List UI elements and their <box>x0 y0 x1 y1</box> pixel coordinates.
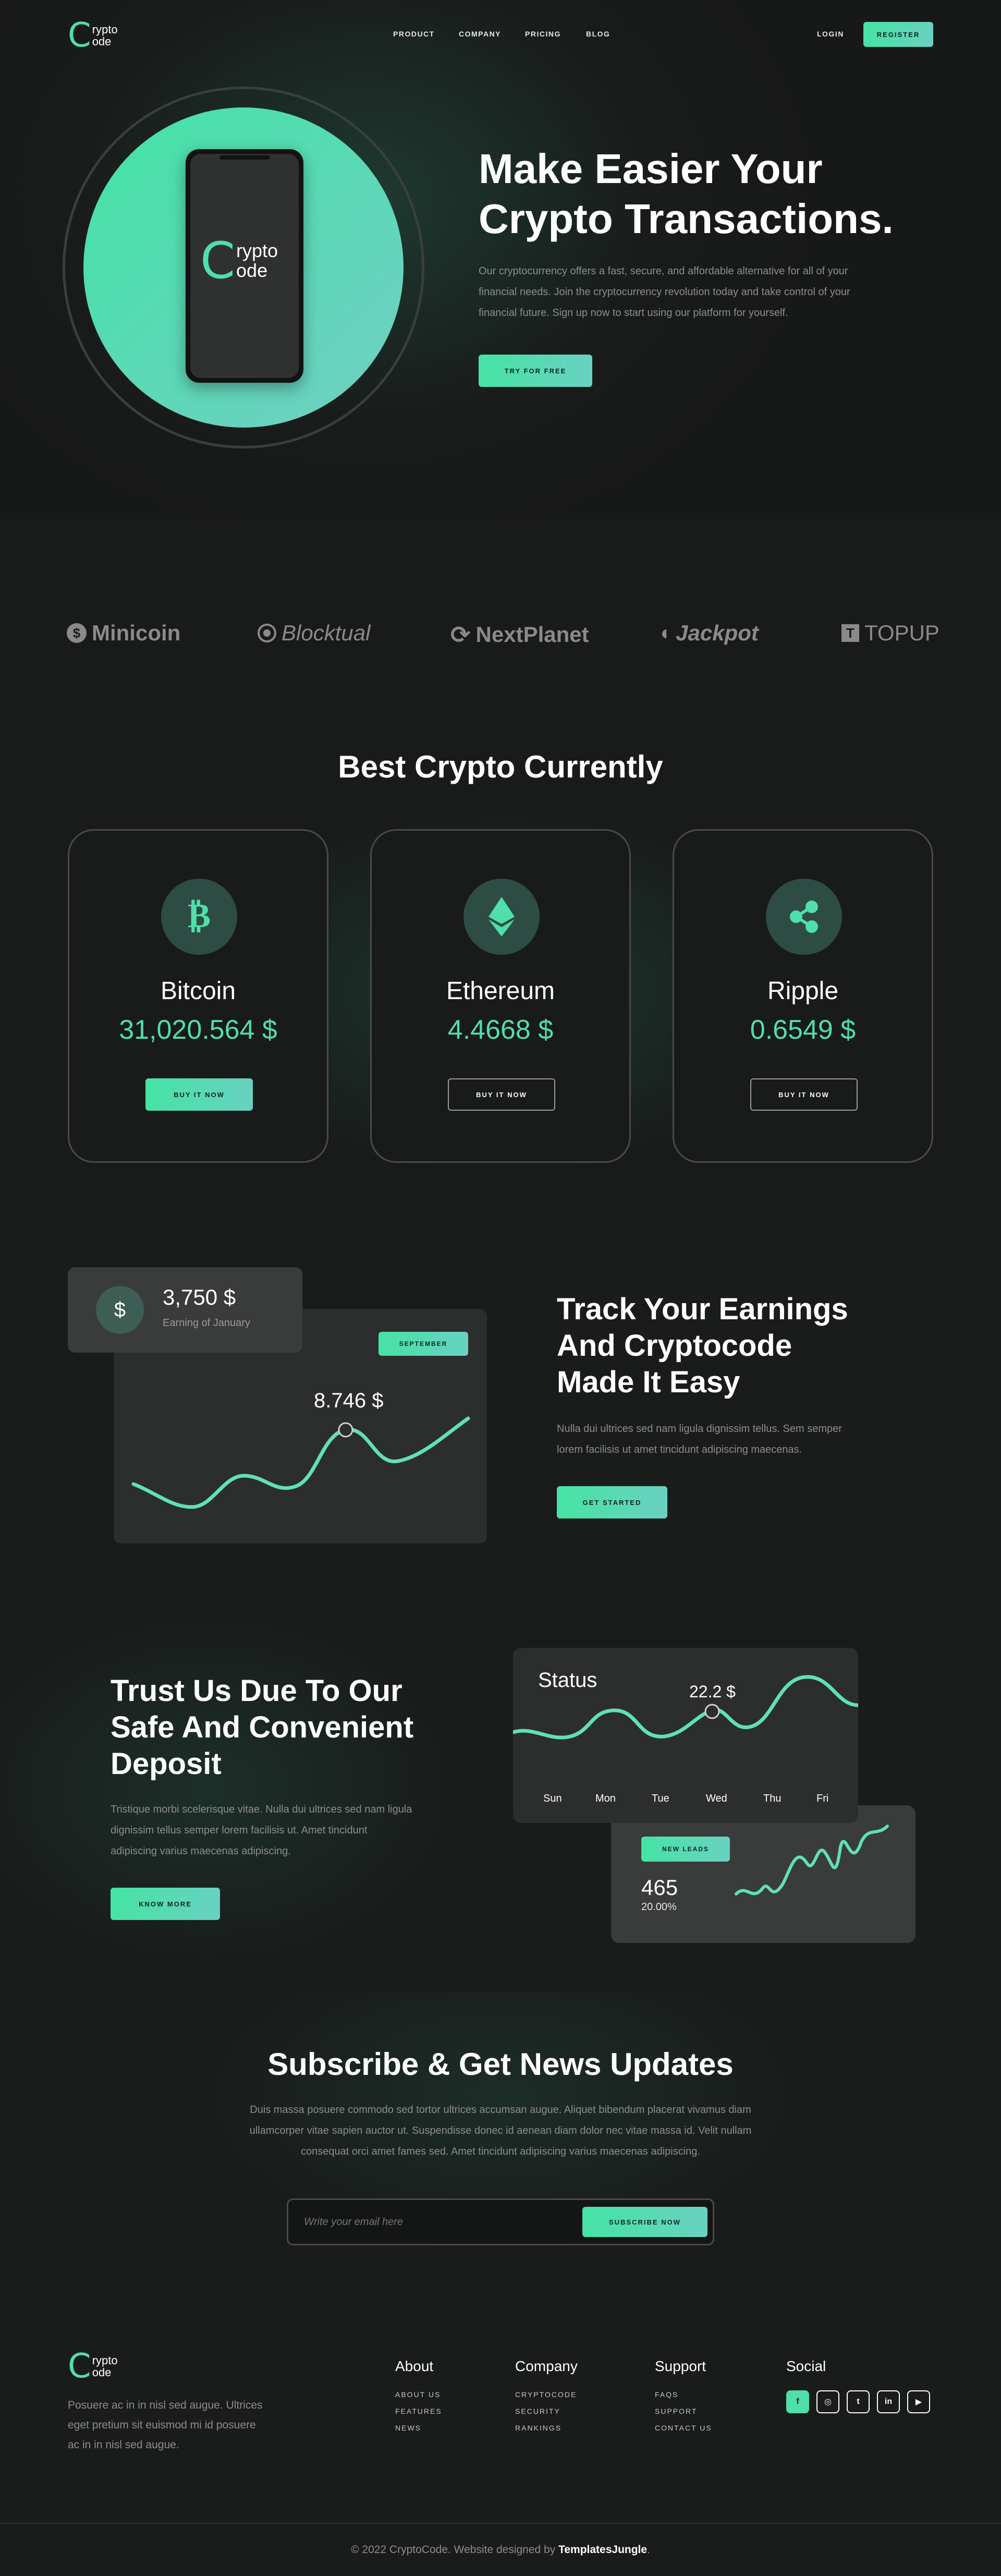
partner-blocktual: Blocktual <box>258 621 370 646</box>
topup-icon: T <box>841 624 859 642</box>
earnings-amount-label: Earning of January <box>163 1317 250 1329</box>
crypto-title: Best Crypto Currently <box>338 749 663 784</box>
footer-link[interactable]: NEWS <box>395 2424 442 2432</box>
footer-col-title: About <box>395 2358 434 2374</box>
know-more-button[interactable]: KNOW MORE <box>111 1888 220 1920</box>
day-label: Mon <box>595 1793 616 1804</box>
get-started-button[interactable]: GET STARTED <box>557 1486 667 1518</box>
minicoin-icon: $ <box>67 623 87 643</box>
leads-card: NEW LEADS 465 20.00% <box>611 1805 915 1943</box>
footer-link[interactable]: SECURITY <box>515 2407 578 2415</box>
logo-text-top: rypto <box>92 22 118 36</box>
crypto-card-bitcoin: ₿ Bitcoin 31,020.564 $ BUY IT NOW <box>68 829 328 1163</box>
copyright: © 2022 CryptoCode. Website designed by T… <box>351 2544 650 2556</box>
footer-col-social: Social f ◎ t in ▶ <box>786 2358 930 2413</box>
linkedin-icon[interactable]: in <box>877 2390 900 2413</box>
buy-ethereum-button[interactable]: BUY IT NOW <box>448 1078 555 1111</box>
day-label: Wed <box>706 1793 727 1804</box>
footer-col-title: Company <box>515 2358 578 2374</box>
logo-text-bottom: ode <box>92 35 112 48</box>
footer-col-title: Support <box>655 2358 706 2374</box>
hero-description: Our cryptocurrency offers a fast, secure… <box>479 265 850 319</box>
partner-jackpot: ◖ Jackpot <box>658 621 759 645</box>
nav-blog[interactable]: BLOG <box>586 30 610 38</box>
subscribe-description: Duis massa posuere commodo sed tortor ul… <box>249 2104 752 2157</box>
status-line-chart <box>513 1675 858 1740</box>
partner-topup: T TOPUP <box>841 621 939 646</box>
logo-c: C <box>68 16 91 55</box>
nav-login[interactable]: LOGIN <box>817 30 844 38</box>
crypto-card-ripple: Ripple 0.6549 $ BUY IT NOW <box>673 829 933 1163</box>
day-label: Sun <box>543 1793 562 1804</box>
footer-link[interactable]: FAQS <box>655 2390 712 2399</box>
nav-company[interactable]: COMPANY <box>459 30 501 38</box>
register-button[interactable]: REGISTER <box>863 22 933 47</box>
hero-title: Make Easier Your Crypto Transactions. <box>479 145 894 242</box>
footer-link[interactable]: RANKINGS <box>515 2424 578 2432</box>
nav-product[interactable]: PRODUCT <box>393 30 435 38</box>
designer-link[interactable]: TemplatesJungle <box>558 2544 647 2556</box>
svg-text:₿: ₿ <box>188 898 211 935</box>
partner-minicoin: $ Minicoin <box>67 621 180 646</box>
nextplanet-icon: ⟳ <box>450 621 471 648</box>
crypto-card-ethereum: Ethereum 4.4668 $ BUY IT NOW <box>370 829 631 1163</box>
crypto-price: 0.6549 $ <box>750 1015 856 1045</box>
leads-sparkline <box>735 1825 889 1895</box>
try-free-button[interactable]: TRY FOR FREE <box>479 355 592 387</box>
twitter-icon[interactable]: t <box>847 2390 870 2413</box>
earnings-title: Track Your Earnings And Cryptocode Made … <box>557 1292 848 1399</box>
bitcoin-icon: ₿ <box>161 879 237 955</box>
footer-link[interactable]: CONTACT US <box>655 2424 712 2432</box>
email-input[interactable] <box>304 2210 554 2233</box>
phone-logo: C rypto ode <box>200 232 278 290</box>
footer-col-about: About ABOUT US FEATURES NEWS <box>395 2358 442 2440</box>
youtube-icon[interactable]: ▶ <box>907 2390 930 2413</box>
subscribe-form: SUBSCRIBE NOW <box>287 2198 714 2245</box>
day-label: Fri <box>816 1793 829 1804</box>
day-label: Thu <box>763 1793 782 1804</box>
footer-link[interactable]: FEATURES <box>395 2407 442 2415</box>
status-card: Status 22.2 $ Sun Mon Tue Wed Thu Fri <box>513 1648 858 1823</box>
footer-logo[interactable]: C rypto ode <box>68 2350 118 2383</box>
footer-col-company: Company CRYPTOCODE SECURITY RANKINGS <box>515 2358 578 2440</box>
footer-link[interactable]: ABOUT US <box>395 2390 442 2399</box>
facebook-icon[interactable]: f <box>786 2390 809 2413</box>
footer-link[interactable]: SUPPORT <box>655 2407 712 2415</box>
footer-divider <box>0 2523 1001 2524</box>
footer-col-title: Social <box>786 2358 826 2374</box>
trust-title: Trust Us Due To Our Safe And Convenient … <box>111 1674 414 1781</box>
blocktual-icon <box>258 624 276 642</box>
buy-bitcoin-button[interactable]: BUY IT NOW <box>145 1078 253 1111</box>
crypto-name: Ethereum <box>446 977 555 1005</box>
ethereum-icon <box>463 879 540 955</box>
earnings-summary-card: $ 3,750 $ Earning of January <box>68 1267 302 1353</box>
jackpot-icon: ◖ <box>658 621 671 645</box>
trust-description: Tristique morbi scelerisque vitae. Nulla… <box>111 1804 412 1857</box>
subscribe-title: Subscribe & Get News Updates <box>267 2047 734 2082</box>
footer-col-support: Support FAQS SUPPORT CONTACT US <box>655 2358 712 2440</box>
earnings-description: Nulla dui ultrices sed nam ligula dignis… <box>557 1423 842 1455</box>
dollar-icon: $ <box>96 1286 144 1334</box>
earnings-amount: 3,750 $ <box>163 1285 236 1309</box>
nav-pricing[interactable]: PRICING <box>525 30 561 38</box>
crypto-price: 4.4668 $ <box>447 1015 554 1045</box>
phone-mockup: C rypto ode <box>186 149 303 383</box>
footer-about-text: Posuere ac in in nisl sed augue. Ultrice… <box>68 2399 263 2451</box>
footer-link[interactable]: CRYPTOCODE <box>515 2390 578 2399</box>
subscribe-button[interactable]: SUBSCRIBE NOW <box>582 2207 707 2237</box>
instagram-icon[interactable]: ◎ <box>816 2390 839 2413</box>
partner-nextplanet: ⟳ NextPlanet <box>450 621 589 648</box>
crypto-name: Ripple <box>767 977 839 1005</box>
crypto-price: 31,020.564 $ <box>119 1015 277 1045</box>
buy-ripple-button[interactable]: BUY IT NOW <box>750 1078 858 1111</box>
site-logo[interactable]: C rypto ode <box>68 19 118 52</box>
ripple-icon <box>766 879 842 955</box>
crypto-name: Bitcoin <box>160 977 236 1005</box>
day-label: Tue <box>652 1793 669 1804</box>
